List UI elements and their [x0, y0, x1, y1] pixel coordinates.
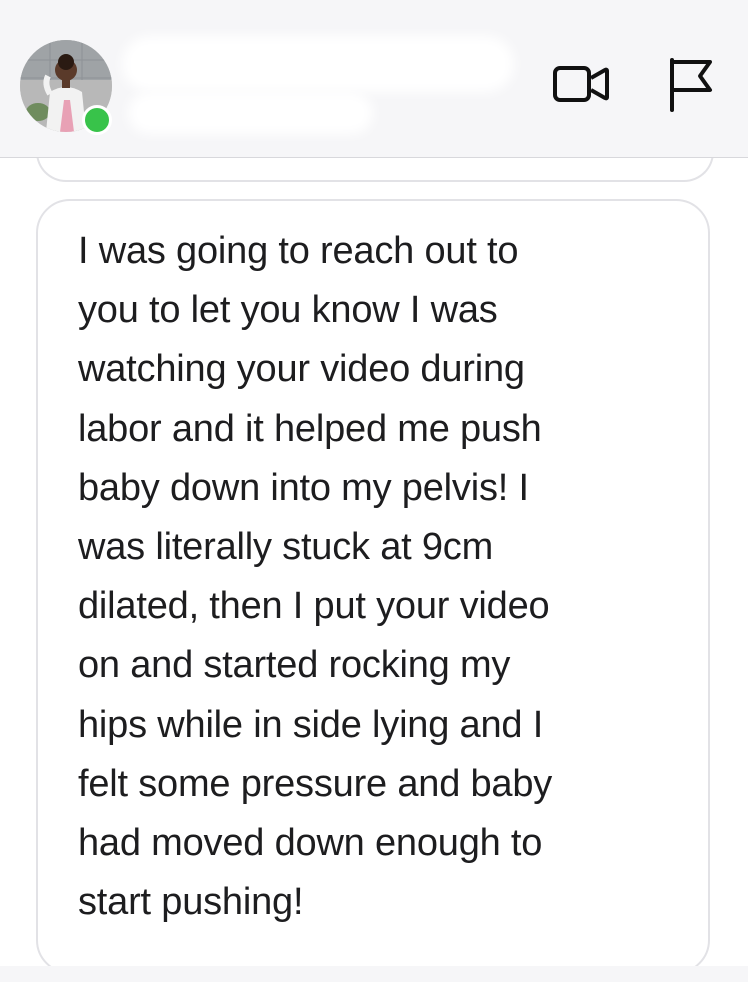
message-line: felt some pressure and baby — [78, 762, 553, 805]
message-line: baby down into my pelvis! I — [78, 466, 529, 509]
flag-icon — [670, 58, 712, 112]
contact-status-redacted — [128, 92, 373, 134]
message-line: on and started rocking my — [78, 644, 511, 687]
message-line: had moved down enough to — [78, 822, 543, 865]
message-line: dilated, then I put your video — [78, 585, 550, 628]
message-line: was literally stuck at 9cm — [78, 526, 494, 569]
report-flag-button[interactable] — [666, 56, 716, 112]
video-call-button[interactable] — [552, 60, 610, 108]
video-camera-icon — [553, 66, 609, 102]
chat-screen: I was going to reach out to you to let y… — [0, 0, 748, 982]
chat-header — [0, 0, 748, 158]
message-line: watching your video during — [78, 348, 525, 391]
message-line: I was going to reach out to — [78, 230, 519, 272]
footer-strip — [0, 966, 748, 982]
message-text: I was going to reach out to you to let y… — [78, 222, 696, 932]
message-line: hips while in side lying and I — [78, 703, 544, 746]
message-line: you to let you know I was — [78, 289, 498, 332]
contact-name-redacted — [122, 36, 514, 92]
message-line: labor and it helped me push — [78, 407, 542, 450]
online-status-dot — [82, 105, 112, 135]
message-line: start pushing! — [78, 881, 304, 924]
